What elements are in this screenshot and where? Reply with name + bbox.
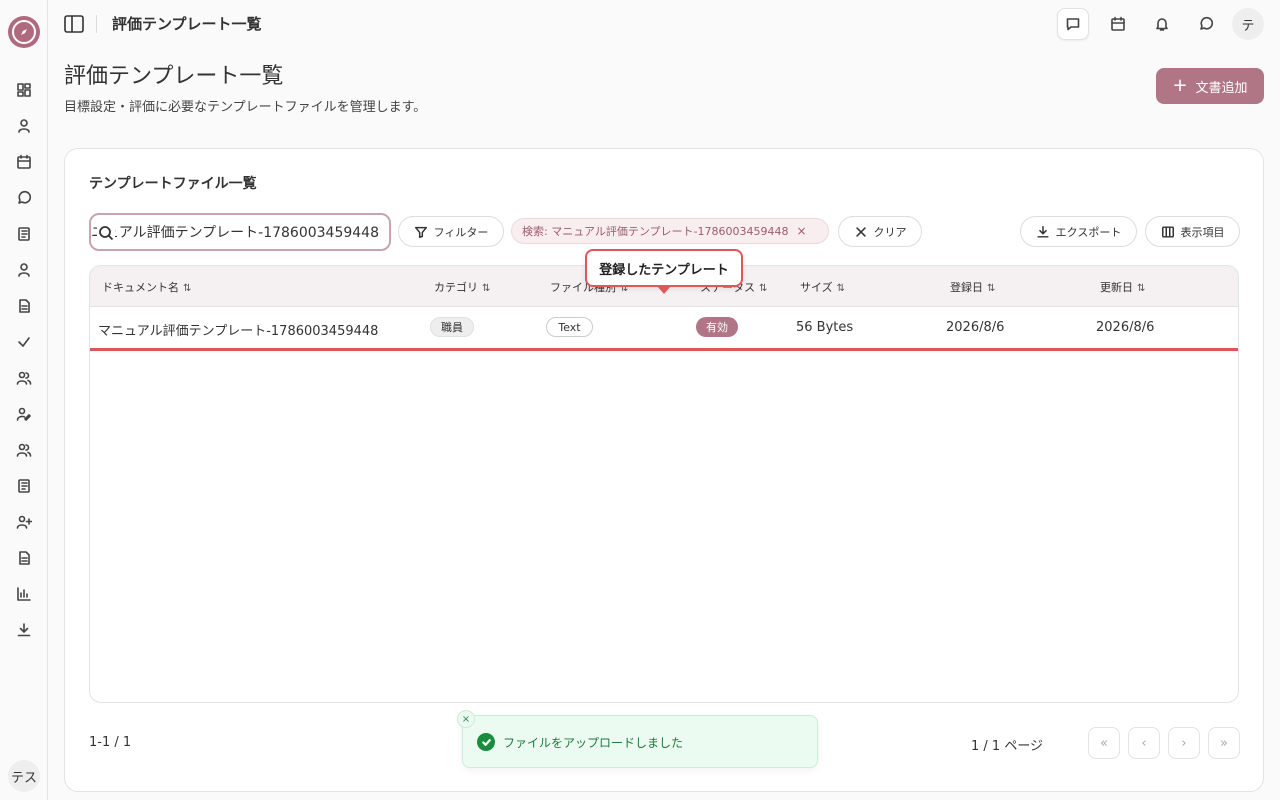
add-document-button[interactable]: + 文書追加 (1156, 68, 1264, 104)
page-info: 1 / 1 ページ (971, 739, 1044, 754)
search-input[interactable] (91, 215, 379, 249)
th-updated[interactable]: 更新日 ⇅ (1100, 279, 1145, 295)
clear-button[interactable]: クリア (838, 216, 922, 247)
notebook-icon[interactable] (14, 224, 34, 244)
download-icon[interactable] (14, 620, 34, 640)
filter-icon (414, 226, 427, 238)
chat-button[interactable] (1190, 8, 1222, 40)
team-icon[interactable] (14, 440, 34, 460)
cell-updated: 2026/8/6 (1096, 320, 1155, 335)
card-title: テンプレートファイル一覧 (89, 176, 257, 192)
columns-icon (1161, 225, 1174, 238)
calendar-icon (1111, 16, 1125, 31)
chip-close-icon[interactable]: × (797, 224, 807, 238)
th-name[interactable]: ドキュメント名 ⇅ (102, 279, 191, 295)
plus-icon: + (1172, 75, 1188, 96)
search-icon (97, 224, 115, 242)
calendar-button[interactable] (1102, 8, 1134, 40)
bell-icon (1156, 18, 1168, 31)
th-registered[interactable]: 登録日 ⇅ (950, 279, 995, 295)
filter-chip-label: 検索: マニュアル評価テンプレート-1786003459448 (522, 225, 789, 238)
sort-icon: ⇅ (482, 283, 491, 294)
templates-table: ドキュメント名 ⇅ カテゴリ ⇅ ファイル種別 ⇅ ステータス ⇅ サイズ ⇅ 登録日 ⇅ … (89, 265, 1239, 703)
sort-icon: ⇅ (183, 283, 192, 294)
page-title: 評価テンプレート一覧 (64, 64, 284, 89)
clear-label: クリア (873, 225, 907, 239)
chat-icon[interactable] (14, 188, 34, 208)
export-label: エクスポート (1055, 225, 1122, 239)
sort-icon: ⇅ (1137, 283, 1146, 294)
file-text-icon[interactable] (14, 296, 34, 316)
first-page-button[interactable]: « (1088, 727, 1120, 759)
filetype-badge: Text (546, 317, 593, 337)
user-plus-icon[interactable] (14, 512, 34, 532)
topbar: 評価テンプレート一覧 テ (48, 0, 1280, 48)
topbar-title: 評価テンプレート一覧 (112, 15, 262, 33)
book-icon[interactable] (14, 476, 34, 496)
person-icon[interactable] (14, 260, 34, 280)
compass-icon (12, 20, 36, 44)
message-square-icon (1066, 18, 1080, 31)
user-edit-icon[interactable] (14, 404, 34, 424)
columns-label: 表示項目 (1180, 225, 1225, 239)
dashboard-icon[interactable] (14, 80, 34, 100)
tooltip: 登録したテンプレート (585, 249, 743, 287)
th-category[interactable]: カテゴリ ⇅ (434, 279, 490, 295)
users-icon[interactable] (14, 368, 34, 388)
prev-page-button[interactable]: ‹ (1128, 727, 1160, 759)
topbar-divider (96, 15, 97, 33)
sidebar: テス (0, 0, 48, 800)
check-icon[interactable] (14, 332, 34, 352)
check-circle-icon (477, 733, 495, 751)
page-subtitle: 目標設定・評価に必要なテンプレートファイルを管理します。 (64, 100, 427, 115)
toast-message: ファイルをアップロードしました (503, 736, 684, 750)
sort-icon: ⇅ (759, 283, 768, 294)
sidebar-avatar[interactable]: テス (8, 760, 40, 792)
th-size[interactable]: サイズ ⇅ (800, 279, 845, 295)
template-list-card: テンプレートファイル一覧 フィルター 検索: マニュアル評価テンプレート-178… (64, 148, 1264, 792)
filter-label: フィルター (433, 225, 489, 239)
cell-name: マニュアル評価テンプレート-1786003459448 (98, 324, 379, 339)
cell-size: 56 Bytes (796, 320, 854, 335)
next-page-button[interactable]: › (1168, 727, 1200, 759)
add-document-label: 文書追加 (1195, 80, 1248, 96)
row-highlight-line (90, 348, 1238, 351)
last-page-button[interactable]: » (1208, 727, 1240, 759)
columns-button[interactable]: 表示項目 (1145, 216, 1240, 247)
sidebar-toggle-icon[interactable] (62, 12, 86, 36)
category-badge: 職員 (430, 317, 474, 337)
search-filter-chip: 検索: マニュアル評価テンプレート-1786003459448 × (511, 218, 829, 244)
sort-icon: ⇅ (836, 283, 846, 294)
toast-close-icon[interactable]: × (457, 710, 475, 728)
filter-button[interactable]: フィルター (398, 216, 504, 247)
chat-icon (1200, 16, 1214, 30)
status-badge: 有効 (696, 317, 738, 337)
search-box[interactable] (89, 213, 391, 251)
tooltip-arrow (657, 286, 671, 294)
cell-registered: 2026/8/6 (946, 320, 1005, 335)
download-icon (1037, 225, 1049, 238)
notifications-button[interactable] (1146, 8, 1178, 40)
close-icon (855, 226, 866, 237)
app-logo[interactable] (8, 16, 40, 48)
toast-notification: × ファイルをアップロードしました (457, 710, 818, 768)
export-button[interactable]: エクスポート (1020, 216, 1137, 247)
table-row[interactable]: マニュアル評価テンプレート-1786003459448 職員 Text 有効 5… (90, 308, 1238, 348)
user-icon[interactable] (14, 116, 34, 136)
document-icon[interactable] (14, 548, 34, 568)
feedback-button[interactable] (1057, 8, 1089, 40)
bar-chart-icon[interactable] (14, 584, 34, 604)
user-avatar[interactable]: テ (1232, 8, 1264, 40)
calendar-icon[interactable] (14, 152, 34, 172)
sort-icon: ⇅ (987, 283, 996, 294)
result-count: 1-1 / 1 (89, 735, 132, 750)
